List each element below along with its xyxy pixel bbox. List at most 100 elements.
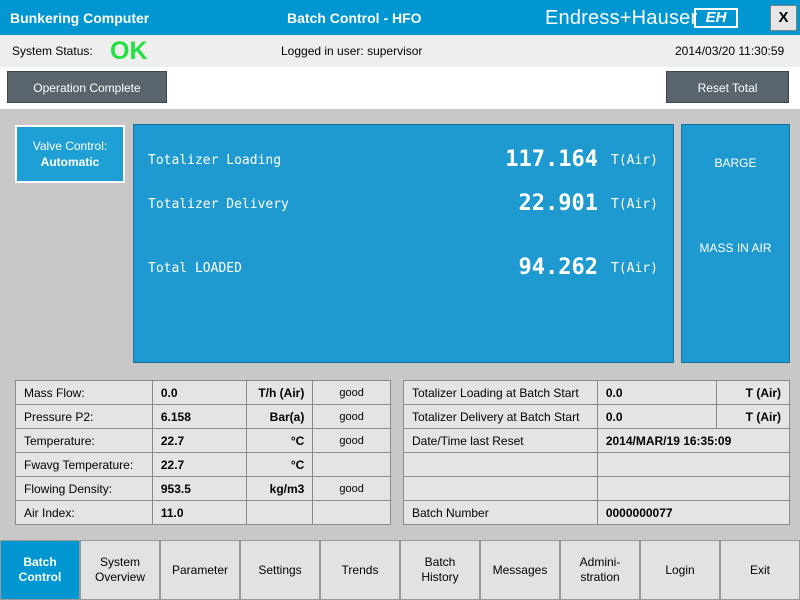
total-loaded-unit: T(Air): [611, 261, 658, 276]
nav-system-overview[interactable]: System Overview: [80, 540, 160, 600]
nav-login[interactable]: Login: [640, 540, 720, 600]
table-row: Air Index: 11.0: [15, 500, 391, 525]
measurement-quality: good: [312, 428, 391, 453]
action-bar: Operation Complete Reset Total: [0, 67, 800, 109]
nav-label: System Overview: [94, 555, 145, 584]
batch-info-table: Totalizer Loading at Batch Start 0.0 T (…: [403, 380, 791, 525]
batch-info-value: 2014/MAR/19 16:35:09: [596, 428, 791, 453]
nav-label: Batch History: [421, 555, 459, 584]
batch-info-name: [403, 452, 598, 477]
measurement-quality: [312, 500, 391, 525]
batch-info-value: 0000000077: [596, 500, 791, 525]
nav-label: Trends: [341, 562, 379, 577]
app-title: Bunkering Computer: [10, 10, 150, 26]
valve-control-label: Valve Control:: [32, 139, 108, 153]
reset-total-button[interactable]: Reset Total: [666, 71, 789, 103]
system-status-value: OK: [110, 37, 148, 65]
measurement-value: 6.158: [151, 404, 248, 429]
current-datetime: 2014/03/20 11:30:59: [675, 44, 785, 58]
valve-control-button[interactable]: Valve Control: Automatic: [15, 125, 125, 183]
nav-label: Admini-stration: [579, 555, 621, 584]
table-row: Totalizer Loading at Batch Start 0.0 T (…: [403, 380, 790, 405]
close-button[interactable]: X: [770, 5, 797, 31]
barge-label: BARGE: [714, 156, 757, 170]
table-row: Batch Number 0000000077: [403, 500, 791, 525]
totalizer-loading-value: 117.164: [505, 147, 598, 172]
nav-label: Settings: [258, 562, 302, 577]
nav-settings[interactable]: Settings: [240, 540, 320, 600]
mode-panel: BARGE MASS IN AIR: [681, 124, 790, 363]
brand-name: Endress+Hauser: [545, 7, 698, 29]
table-row: Temperature: 22.7 °C good: [15, 428, 391, 453]
batch-info-name: [403, 476, 598, 501]
measurement-unit: T/h (Air): [246, 380, 314, 405]
measurement-name: Flowing Density:: [15, 476, 153, 501]
measurement-unit: kg/m3: [246, 476, 314, 501]
table-row: Totalizer Delivery at Batch Start 0.0 T …: [403, 404, 790, 429]
measurement-name: Mass Flow:: [15, 380, 153, 405]
batch-info-value: 0.0: [596, 380, 718, 405]
batch-info-unit: T (Air): [716, 380, 790, 405]
nav-administration[interactable]: Admini-stration: [560, 540, 640, 600]
totalizer-delivery-value: 22.901: [518, 191, 598, 216]
measurement-value: 22.7: [151, 452, 248, 477]
totalizer-loading-label: Totalizer Loading: [148, 153, 282, 168]
valve-control-mode: Automatic: [40, 155, 100, 169]
nav-batch-control[interactable]: Batch Control: [0, 540, 80, 600]
nav-label: Exit: [749, 562, 770, 577]
mass-in-air-label: MASS IN AIR: [699, 241, 772, 255]
nav-batch-history[interactable]: Batch History: [400, 540, 480, 600]
measurement-unit: [246, 500, 314, 525]
table-row: Flowing Density: 953.5 kg/m3 good: [15, 476, 391, 501]
totalizer-loading-unit: T(Air): [611, 153, 658, 168]
measurement-unit: Bar(a): [246, 404, 314, 429]
total-loaded-label: Total LOADED: [148, 261, 242, 276]
measurement-unit: °C: [246, 428, 314, 453]
total-loaded-value: 94.262: [518, 255, 598, 280]
bottom-navigation: Batch Control System Overview Parameter Se…: [0, 540, 800, 600]
measurement-quality: good: [312, 476, 391, 501]
nav-label: Batch Control: [18, 555, 62, 584]
operation-complete-button[interactable]: Operation Complete: [7, 71, 167, 103]
system-status-label: System Status:: [12, 44, 93, 58]
table-row: Pressure P2: 6.158 Bar(a) good: [15, 404, 391, 429]
batch-info-name: Totalizer Delivery at Batch Start: [403, 404, 598, 429]
status-bar: System Status: OK Logged in user: superv…: [0, 35, 800, 67]
batch-info-value: [596, 452, 791, 477]
measurement-value: 953.5: [151, 476, 248, 501]
batch-info-value: 0.0: [596, 404, 718, 429]
table-row: [403, 476, 791, 501]
batch-info-name: Date/Time last Reset: [403, 428, 598, 453]
logged-in-user: Logged in user: supervisor: [281, 44, 423, 58]
measurement-value: 11.0: [151, 500, 248, 525]
brand-logo-icon: EH: [694, 8, 738, 28]
measurement-name: Fwavg Temperature:: [15, 452, 153, 477]
table-row: Date/Time last Reset 2014/MAR/19 16:35:0…: [403, 428, 791, 453]
measurement-name: Temperature:: [15, 428, 153, 453]
nav-label: Parameter: [171, 562, 229, 577]
totalizer-display: Totalizer Loading 117.164 T(Air) Totaliz…: [133, 124, 674, 363]
measurement-value: 0.0: [151, 380, 248, 405]
nav-label: Messages: [492, 562, 548, 577]
table-row: Mass Flow: 0.0 T/h (Air) good: [15, 380, 391, 405]
nav-label: Login: [665, 562, 695, 577]
nav-parameter[interactable]: Parameter: [160, 540, 240, 600]
table-row: Fwavg Temperature: 22.7 °C: [15, 452, 391, 477]
measurement-name: Pressure P2:: [15, 404, 153, 429]
batch-info-value: [596, 476, 791, 501]
measurement-unit: °C: [246, 452, 314, 477]
nav-messages[interactable]: Messages: [480, 540, 560, 600]
measurement-name: Air Index:: [15, 500, 153, 525]
nav-trends[interactable]: Trends: [320, 540, 400, 600]
screen-title: Batch Control - HFO: [287, 10, 422, 26]
measurement-value: 22.7: [151, 428, 248, 453]
table-row: [403, 452, 791, 477]
totalizer-delivery-label: Totalizer Delivery: [148, 197, 289, 212]
title-bar: Bunkering Computer Batch Control - HFO E…: [0, 0, 800, 35]
measurements-table: Mass Flow: 0.0 T/h (Air) good Pressure P…: [15, 380, 391, 525]
batch-info-name: Totalizer Loading at Batch Start: [403, 380, 598, 405]
nav-exit[interactable]: Exit: [720, 540, 800, 600]
measurement-quality: good: [312, 380, 391, 405]
batch-info-unit: T (Air): [716, 404, 790, 429]
measurement-quality: [312, 452, 391, 477]
